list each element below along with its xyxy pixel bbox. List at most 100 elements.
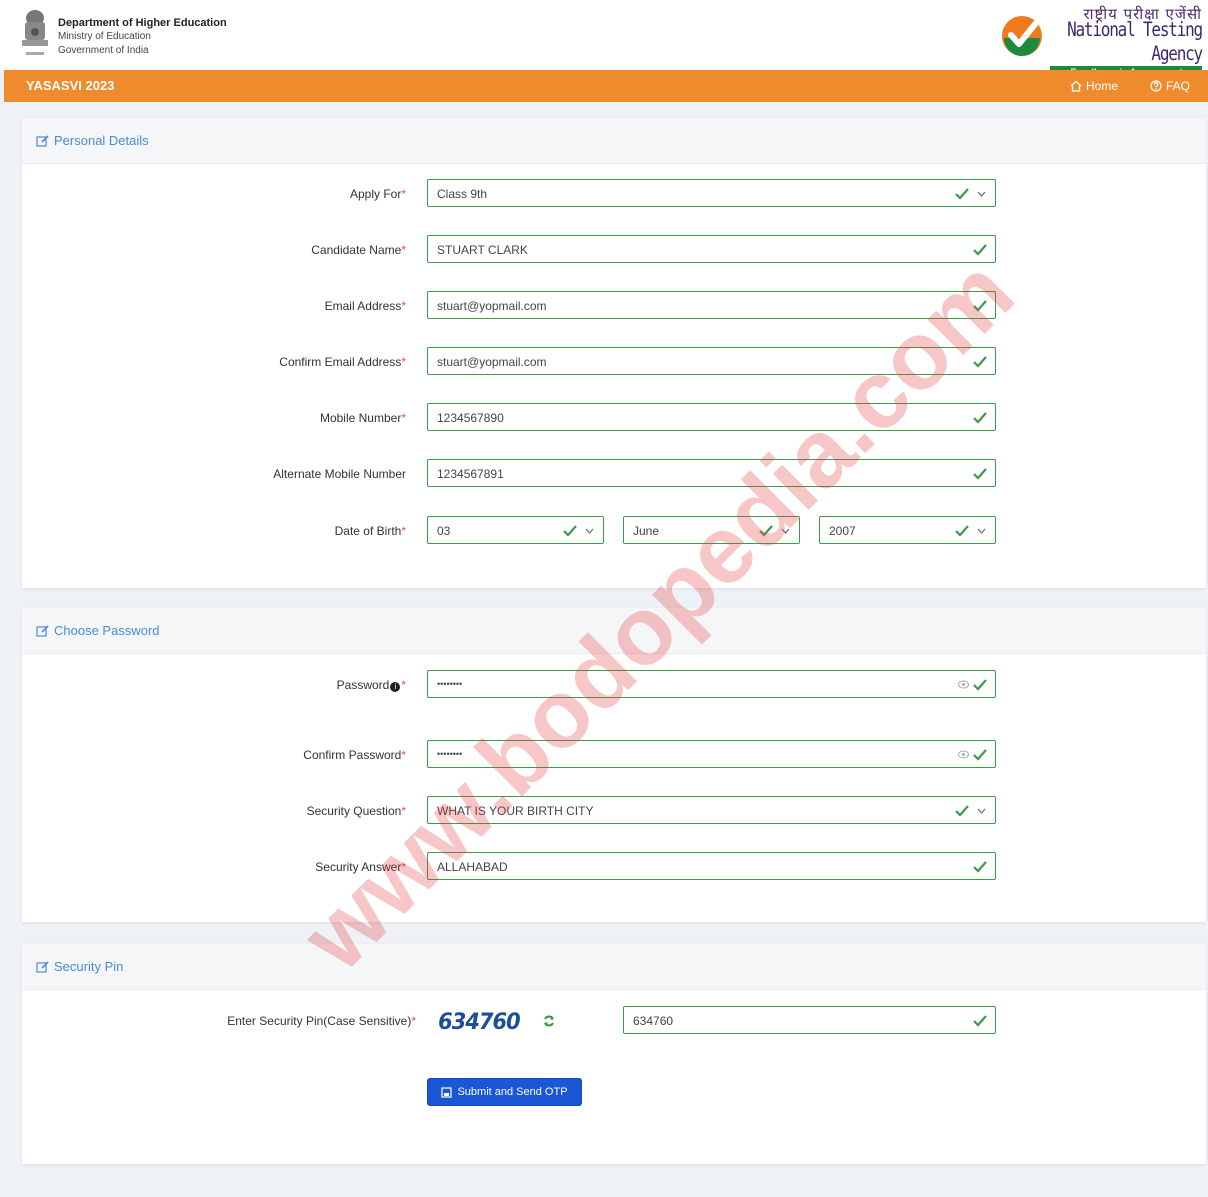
question-icon — [1150, 80, 1162, 92]
apply-for-row: Apply For* Class 9th — [22, 179, 1206, 209]
password-label: Password i * — [336, 678, 406, 692]
personal-details-title-text: Personal Details — [54, 133, 149, 148]
candidate-name-value: STUART CLARK — [437, 243, 528, 257]
valid-check-icon — [973, 300, 987, 312]
security-pin-title-text: Security Pin — [54, 959, 124, 974]
choose-password-panel: Choose Password Password i * •••••••• Conf… — [22, 608, 1206, 922]
valid-check-icon — [563, 525, 577, 537]
nav-faq-link[interactable]: FAQ — [1150, 79, 1190, 93]
valid-check-icon — [955, 525, 969, 537]
email-row: Email Address* stuart@yopmail.com — [22, 291, 1206, 321]
chevron-down-icon — [977, 528, 986, 534]
security-question-row: Security Question* WHAT IS YOUR BIRTH CI… — [22, 796, 1206, 826]
government-name: Government of India — [58, 45, 149, 56]
edit-icon — [36, 134, 49, 147]
candidate-name-label: Candidate Name* — [311, 243, 406, 257]
chevron-down-icon — [781, 528, 790, 534]
mobile-input[interactable]: 1234567890 — [427, 403, 996, 431]
dob-month-select[interactable]: June — [623, 516, 800, 544]
email-input[interactable]: stuart@yopmail.com — [427, 291, 996, 319]
valid-check-icon — [955, 188, 969, 200]
nav-home-link[interactable]: Home — [1070, 79, 1118, 93]
password-row: Password i * •••••••• — [22, 670, 1206, 700]
eye-icon[interactable] — [958, 750, 969, 759]
valid-check-icon — [973, 1015, 987, 1027]
security-question-label: Security Question* — [306, 804, 406, 818]
valid-check-icon — [973, 412, 987, 424]
submit-row: Submit and Send OTP — [22, 1078, 1206, 1108]
email-value: stuart@yopmail.com — [437, 299, 547, 313]
alt-mobile-value: 1234567891 — [437, 467, 504, 481]
department-title: Department of Higher Education — [58, 17, 227, 29]
mobile-row: Mobile Number* 1234567890 — [22, 403, 1206, 433]
dob-day-select[interactable]: 03 — [427, 516, 604, 544]
home-icon — [1070, 80, 1082, 92]
choose-password-title-text: Choose Password — [54, 623, 160, 638]
mobile-label: Mobile Number* — [319, 411, 406, 425]
valid-check-icon — [759, 525, 773, 537]
password-input[interactable]: •••••••• — [427, 670, 996, 698]
submit-send-otp-button[interactable]: Submit and Send OTP — [427, 1078, 582, 1106]
navbar: YASASVI 2023 Home FAQ — [4, 70, 1208, 102]
valid-check-icon — [973, 679, 987, 691]
security-answer-label: Security Answer* — [315, 860, 406, 874]
candidate-name-input[interactable]: STUART CLARK — [427, 235, 996, 263]
apply-for-value: Class 9th — [437, 187, 488, 201]
brand-title[interactable]: YASASVI 2023 — [26, 78, 114, 93]
alt-mobile-row: Alternate Mobile Number 1234567891 — [22, 459, 1206, 489]
valid-check-icon — [973, 861, 987, 873]
security-pin-input[interactable]: 634760 — [623, 1006, 996, 1034]
confirm-password-row: Confirm Password* •••••••• — [22, 740, 1206, 770]
captcha-image: 634760 — [438, 1010, 521, 1035]
nav-home-label: Home — [1086, 79, 1119, 93]
confirm-password-label: Confirm Password* — [303, 748, 406, 762]
chevron-down-icon — [977, 808, 986, 814]
security-question-select[interactable]: WHAT IS YOUR BIRTH CITY — [427, 796, 996, 824]
confirm-password-input[interactable]: •••••••• — [427, 740, 996, 768]
security-pin-panel: Security Pin Enter Security Pin(Case Sen… — [22, 944, 1206, 1164]
personal-details-panel: Personal Details Apply For* Class 9th Ca… — [22, 118, 1206, 588]
dob-year-value: 2007 — [829, 524, 856, 538]
email-label: Email Address* — [324, 299, 406, 313]
security-answer-row: Security Answer* ALLAHABAD — [22, 852, 1206, 882]
confirm-email-row: Confirm Email Address* stuart@yopmail.co… — [22, 347, 1206, 377]
ministry-name: Ministry of Education — [58, 31, 151, 42]
panel-header: Choose Password — [22, 608, 1206, 654]
dob-year-select[interactable]: 2007 — [819, 516, 996, 544]
chevron-down-icon — [977, 191, 986, 197]
dob-day-value: 03 — [437, 524, 451, 538]
valid-check-icon — [973, 244, 987, 256]
nta-logo-icon — [1002, 16, 1042, 56]
info-icon[interactable]: i — [390, 682, 401, 692]
security-pin-label: Enter Security Pin(Case Sensitive)* — [227, 1014, 416, 1028]
personal-details-title: Personal Details — [36, 133, 149, 148]
security-answer-input[interactable]: ALLAHABAD — [427, 852, 996, 880]
valid-check-icon — [955, 805, 969, 817]
panel-header: Security Pin — [22, 944, 1206, 990]
eye-icon[interactable] — [958, 680, 969, 689]
dob-row: Date of Birth* 03 June 2007 — [22, 516, 1206, 546]
security-pin-value: 634760 — [633, 1014, 674, 1028]
choose-password-title: Choose Password — [36, 623, 160, 638]
edit-icon — [36, 624, 49, 637]
security-answer-value: ALLAHABAD — [437, 860, 508, 874]
password-value: •••••••• — [437, 679, 463, 689]
site-header: Department of Higher Education Ministry … — [0, 0, 1208, 79]
confirm-email-input[interactable]: stuart@yopmail.com — [427, 347, 996, 375]
apply-for-select[interactable]: Class 9th — [427, 179, 996, 207]
alt-mobile-label: Alternate Mobile Number — [273, 467, 406, 481]
confirm-email-label: Confirm Email Address* — [279, 355, 406, 369]
edit-icon — [36, 960, 49, 973]
alt-mobile-input[interactable]: 1234567891 — [427, 459, 996, 487]
valid-check-icon — [973, 356, 987, 368]
refresh-icon[interactable] — [542, 1014, 556, 1028]
nta-english-name: National Testing Agency — [1067, 18, 1203, 65]
dob-month-value: June — [633, 524, 660, 538]
nav-faq-label: FAQ — [1166, 79, 1191, 93]
confirm-password-value: •••••••• — [437, 749, 463, 759]
national-emblem-icon — [22, 10, 48, 55]
valid-check-icon — [973, 749, 987, 761]
panel-header: Personal Details — [22, 118, 1206, 164]
chevron-down-icon — [585, 528, 594, 534]
dob-label: Date of Birth* — [334, 524, 406, 538]
